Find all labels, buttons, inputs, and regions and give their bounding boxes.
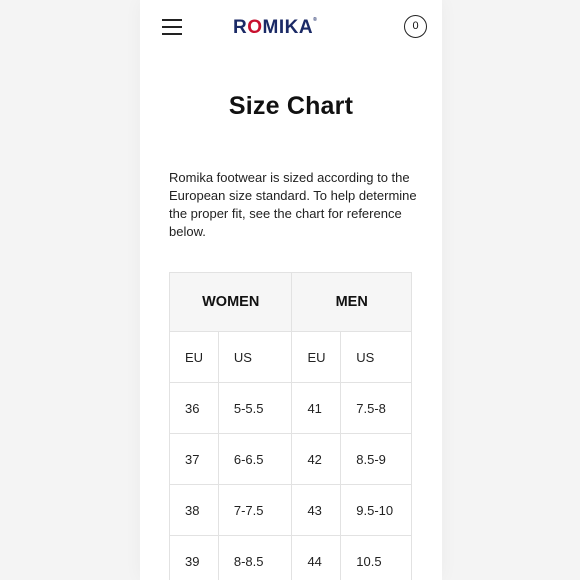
men-us-label: US (340, 331, 412, 383)
romika-logo[interactable]: ROMIKA® (233, 17, 317, 39)
group-header-row: WOMEN MEN (168, 272, 412, 332)
men-us-cell: 10.5 (340, 535, 412, 580)
men-header: MEN (291, 272, 412, 332)
women-us-cell: 7-7.5 (217, 484, 293, 536)
hamburger-menu-icon[interactable] (162, 17, 184, 35)
registered-mark: ® (313, 17, 318, 23)
women-us-cell: 8-8.5 (217, 535, 293, 580)
size-chart-page: ROMIKA® 0 Size Chart Romika footwear is … (140, 0, 442, 580)
intro-paragraph: Romika footwear is sized according to th… (169, 170, 417, 239)
site-header: ROMIKA® 0 (140, 0, 442, 56)
men-us-cell: 7.5-8 (340, 382, 412, 434)
men-eu-cell: 41 (291, 382, 342, 434)
cart-icon[interactable]: 0 (404, 15, 427, 38)
men-us-cell: 8.5-9 (340, 433, 412, 485)
men-us-cell: 9.5-10 (340, 484, 412, 536)
women-eu-cell: 37 (169, 433, 219, 485)
women-eu-label: EU (169, 331, 219, 383)
logo-text: ROMIKA (233, 17, 314, 38)
table-row: 38 7-7.5 43 9.5-10 (169, 484, 412, 536)
women-us-cell: 6-6.5 (217, 433, 293, 485)
table-row: 37 6-6.5 42 8.5-9 (169, 433, 412, 485)
men-eu-cell: 44 (291, 535, 342, 580)
women-eu-cell: 39 (169, 535, 219, 580)
women-us-label: US (217, 331, 293, 383)
subheader-row: EU US EU US (169, 331, 412, 383)
women-eu-cell: 38 (169, 484, 219, 536)
men-eu-label: EU (291, 331, 342, 383)
table-row: 36 5-5.5 41 7.5-8 (169, 382, 412, 434)
men-eu-cell: 43 (291, 484, 342, 536)
women-eu-cell: 36 (169, 382, 219, 434)
size-table: WOMEN MEN EU US EU US 36 5-5.5 41 7.5-8 … (168, 272, 412, 580)
women-header: WOMEN (168, 272, 293, 332)
men-eu-cell: 42 (291, 433, 342, 485)
women-us-cell: 5-5.5 (217, 382, 293, 434)
table-row: 39 8-8.5 44 10.5 (169, 535, 412, 580)
page-title: Size Chart (228, 92, 354, 120)
